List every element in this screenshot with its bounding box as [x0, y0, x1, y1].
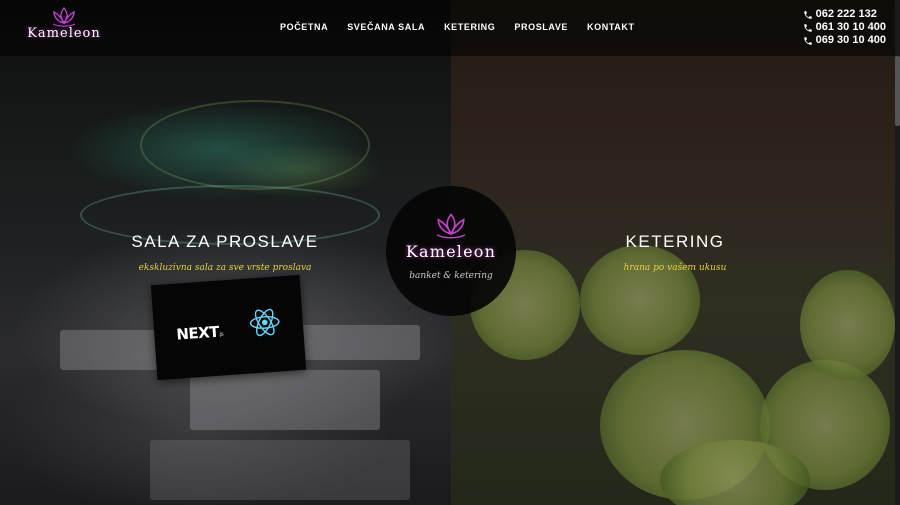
nextjs-wordmark: NEXT [175, 322, 220, 344]
react-icon [249, 308, 280, 337]
hall-section-subtitle: ekskluzivna sala za sve vrste proslava [138, 263, 312, 273]
tech-logos-overlay: NEXT.js [150, 274, 307, 381]
phone-link[interactable]: 062 222 132 [803, 8, 886, 21]
phone-icon [803, 36, 812, 45]
hall-section-title[interactable]: SALA ZA PROSLAVE [110, 232, 340, 252]
phone-number: 062 222 132 [815, 8, 877, 20]
page-scrollbar[interactable] [895, 0, 900, 505]
phone-link[interactable]: 069 30 10 400 [803, 34, 886, 47]
nextjs-suffix: .js [218, 331, 224, 338]
main-nav: POČETNA SVEČANA SALA KETERING PROSLAVE K… [280, 22, 654, 32]
center-emblem[interactable]: Kameleon banket & ketering [386, 186, 516, 316]
phone-icon [803, 10, 812, 19]
phone-number: 061 30 10 400 [815, 21, 886, 33]
catering-section-subtitle: hrana po vašem ukusu [623, 263, 727, 273]
nav-item-ketering[interactable]: KETERING [444, 22, 495, 32]
nav-item-svecana-sala[interactable]: SVEČANA SALA [347, 22, 425, 32]
site-header: Kameleon POČETNA SVEČANA SALA KETERING P… [0, 0, 900, 56]
phone-icon [803, 23, 812, 32]
lotus-icon [52, 6, 76, 27]
scrollbar-thumb[interactable] [895, 56, 900, 126]
catering-section-title[interactable]: KETERING [575, 232, 775, 252]
image-shade [0, 0, 451, 505]
lotus-icon [436, 213, 466, 239]
logo-wordmark: Kameleon [27, 26, 101, 41]
phone-list: 062 222 132 061 30 10 400 069 30 10 400 [803, 8, 886, 47]
phone-link[interactable]: 061 30 10 400 [803, 21, 886, 34]
emblem-wordmark: Kameleon [405, 242, 497, 261]
nav-item-pocetna[interactable]: POČETNA [280, 22, 328, 32]
hall-background-image[interactable] [0, 0, 451, 505]
emblem-tagline: banket & ketering [409, 271, 493, 281]
catering-background-image[interactable] [451, 0, 900, 505]
nav-item-proslave[interactable]: PROSLAVE [514, 22, 568, 32]
nav-item-kontakt[interactable]: KONTAKT [587, 22, 635, 32]
nextjs-logo: NEXT.js [175, 322, 224, 344]
phone-number: 069 30 10 400 [815, 34, 886, 46]
site-logo[interactable]: Kameleon [18, 6, 110, 48]
image-shade [451, 0, 900, 505]
